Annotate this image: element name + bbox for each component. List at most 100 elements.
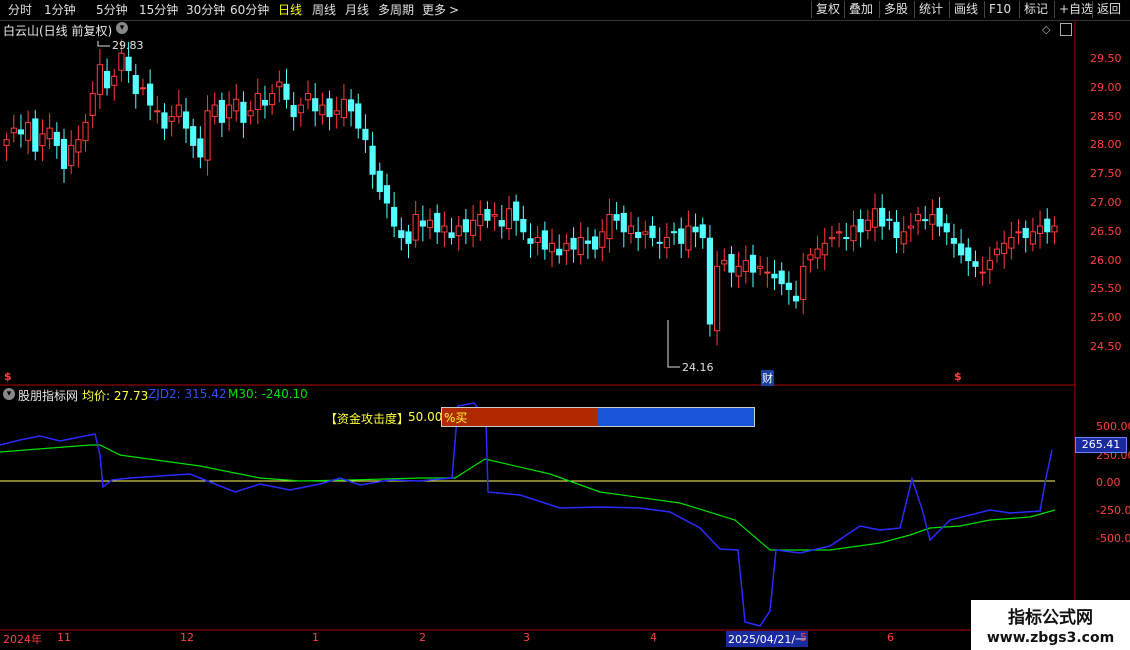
time-tick-label: 2	[419, 631, 426, 644]
candle	[491, 202, 498, 232]
candle	[1036, 210, 1044, 249]
candle	[556, 234, 563, 264]
candle	[620, 205, 627, 248]
time-tick-label: 11	[57, 631, 71, 644]
candle	[96, 49, 103, 110]
kline-chart[interactable]	[0, 0, 1130, 650]
candle	[792, 280, 800, 309]
candle	[247, 101, 254, 125]
candle	[864, 209, 871, 240]
candle	[534, 226, 541, 256]
candle	[1029, 217, 1036, 252]
candle	[261, 85, 269, 119]
candle	[60, 128, 68, 183]
candle	[218, 92, 225, 138]
candle	[778, 262, 785, 296]
indicator-name[interactable]: 股朋指标网	[18, 387, 78, 404]
candle	[800, 253, 807, 315]
candle	[82, 114, 89, 152]
candle	[907, 213, 914, 242]
candle	[276, 70, 283, 103]
gauge-sell-fill	[598, 408, 754, 426]
candle	[1022, 220, 1029, 253]
dividend-marker[interactable]: $	[4, 370, 12, 383]
candle	[462, 209, 469, 244]
m30-value: M30: -240.10	[228, 387, 308, 401]
candle	[32, 110, 39, 161]
candle	[807, 247, 814, 273]
time-tick-label: 5	[800, 631, 807, 644]
candle	[225, 91, 233, 131]
candle	[197, 126, 204, 169]
candle	[1044, 208, 1051, 244]
dividend-marker-2[interactable]: $	[954, 370, 962, 383]
candle	[233, 83, 240, 122]
gauge-value: 50.00	[408, 410, 443, 424]
candle	[75, 125, 82, 168]
candle	[958, 229, 965, 264]
candle	[254, 78, 261, 124]
candle	[527, 223, 534, 258]
zjd2-line	[0, 402, 1053, 627]
time-tick-label: 1	[312, 631, 319, 644]
candle	[735, 252, 742, 288]
candle	[103, 58, 111, 96]
time-tick-label: 6	[887, 631, 894, 644]
candle	[850, 211, 857, 252]
candle	[922, 205, 929, 230]
candle	[283, 68, 290, 109]
candle	[764, 257, 771, 288]
candle	[319, 92, 326, 125]
indicator-series	[0, 402, 1056, 627]
chevron-down-icon[interactable]: ▾	[3, 388, 15, 400]
candle	[484, 201, 491, 228]
candle	[584, 227, 592, 259]
watermark-url: www.zbgs3.com	[986, 630, 1115, 646]
candle	[204, 95, 211, 176]
candle	[548, 228, 556, 268]
candle	[89, 81, 96, 129]
candle	[678, 217, 685, 258]
candle	[635, 217, 642, 252]
candle	[943, 214, 950, 246]
candle	[771, 259, 778, 291]
candle	[53, 122, 60, 159]
watermark-logo: 指标公式网 www.zbgs3.com	[971, 600, 1130, 650]
candle	[154, 95, 161, 124]
candle	[25, 110, 32, 155]
time-tick-label: 2025/04/21/一	[726, 631, 809, 647]
candle	[419, 205, 426, 242]
candle	[642, 220, 649, 249]
candle	[656, 227, 663, 259]
candle	[627, 212, 635, 244]
candle	[570, 227, 577, 263]
candle	[577, 222, 584, 265]
candle	[886, 210, 893, 231]
candle	[304, 80, 312, 110]
candle	[326, 90, 333, 131]
candle	[132, 64, 139, 109]
finance-marker[interactable]: 财	[761, 370, 774, 386]
candle	[139, 78, 147, 96]
candle	[369, 131, 376, 189]
high-pointer	[97, 41, 110, 47]
candle	[979, 256, 986, 286]
candle	[699, 217, 706, 249]
candle	[599, 219, 606, 262]
candle	[670, 222, 678, 245]
candle	[376, 162, 383, 200]
candle	[986, 246, 993, 284]
candle	[441, 211, 448, 248]
candle	[269, 84, 276, 115]
candle	[843, 223, 850, 251]
candle	[498, 205, 505, 239]
candle	[520, 205, 527, 240]
candle	[111, 68, 118, 101]
candle	[993, 241, 1001, 263]
candle	[290, 91, 297, 131]
candle	[592, 229, 599, 259]
candle	[340, 84, 347, 127]
time-tick-label: 12	[180, 631, 194, 644]
candle	[347, 89, 355, 127]
current-value-tag: 265.41	[1075, 437, 1127, 453]
